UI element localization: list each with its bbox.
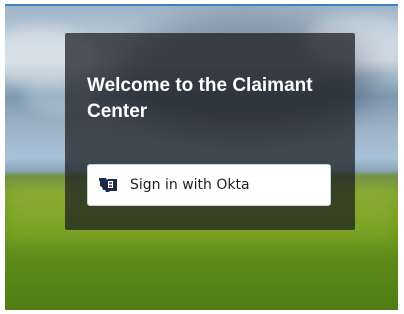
- montana-state-seal-icon: [97, 174, 119, 196]
- login-page: Welcome to the Claimant Center Sign in w…: [0, 0, 404, 314]
- login-card: Welcome to the Claimant Center Sign in w…: [65, 33, 355, 230]
- sign-in-with-okta-button[interactable]: Sign in with Okta: [87, 164, 331, 206]
- welcome-heading: Welcome to the Claimant Center: [87, 75, 313, 122]
- sign-in-button-label: Sign in with Okta: [130, 177, 250, 193]
